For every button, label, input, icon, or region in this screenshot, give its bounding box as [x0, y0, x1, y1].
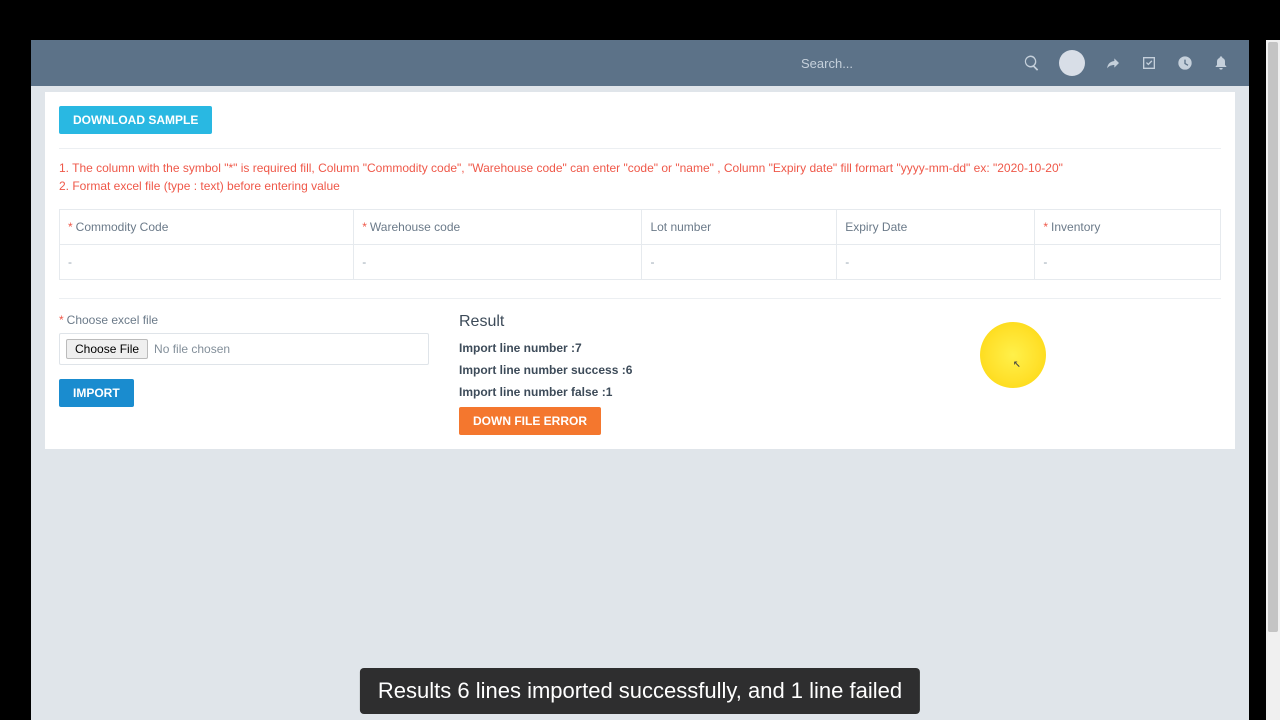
th-expiry-date: Expiry Date — [837, 210, 1035, 245]
avatar[interactable] — [1059, 50, 1085, 76]
import-row: *Choose excel file Choose File No file c… — [59, 313, 1221, 435]
download-sample-button[interactable]: DOWNLOAD SAMPLE — [59, 106, 212, 134]
th-lot-number: Lot number — [642, 210, 837, 245]
file-column: *Choose excel file Choose File No file c… — [59, 313, 429, 407]
scrollbar-thumb[interactable] — [1268, 42, 1278, 632]
scrollbar-track[interactable] — [1266, 40, 1280, 720]
th-inventory: *Inventory — [1035, 210, 1221, 245]
file-input-box[interactable]: Choose File No file chosen — [59, 333, 429, 365]
th-warehouse-code: *Warehouse code — [354, 210, 642, 245]
result-title: Result — [459, 313, 1221, 331]
topbar — [31, 40, 1249, 86]
td-lot: - — [642, 245, 837, 280]
divider — [59, 148, 1221, 149]
td-expiry: - — [837, 245, 1035, 280]
down-file-error-button[interactable]: DOWN FILE ERROR — [459, 407, 601, 435]
result-line-number: Import line number :7 — [459, 341, 1221, 355]
clock-icon[interactable] — [1177, 55, 1193, 71]
import-button[interactable]: IMPORT — [59, 379, 134, 407]
search-icon[interactable] — [1023, 54, 1041, 72]
file-status-text: No file chosen — [154, 342, 230, 356]
result-line-success: Import line number success :6 — [459, 363, 1221, 377]
file-input-label: *Choose excel file — [59, 313, 429, 327]
bell-icon[interactable] — [1213, 55, 1229, 71]
search-wrap — [797, 50, 1041, 77]
table-header-row: *Commodity Code *Warehouse code Lot numb… — [60, 210, 1221, 245]
table-row: - - - - - — [60, 245, 1221, 280]
td-inventory: - — [1035, 245, 1221, 280]
choose-file-button[interactable]: Choose File — [66, 339, 148, 359]
th-commodity-code: *Commodity Code — [60, 210, 354, 245]
app-viewport: DOWNLOAD SAMPLE 1. The column with the s… — [31, 40, 1249, 720]
result-line-false: Import line number false :1 — [459, 385, 1221, 399]
preview-table: *Commodity Code *Warehouse code Lot numb… — [59, 209, 1221, 280]
check-icon[interactable] — [1141, 55, 1157, 71]
share-icon[interactable] — [1105, 55, 1121, 71]
divider-2 — [59, 298, 1221, 299]
result-column: Result Import line number :7 Import line… — [459, 313, 1221, 435]
search-input[interactable] — [797, 50, 1017, 77]
td-commodity: - — [60, 245, 354, 280]
main-card: DOWNLOAD SAMPLE 1. The column with the s… — [45, 92, 1235, 449]
note-line-2: 2. Format excel file (type : text) befor… — [59, 177, 1221, 195]
instructions-note: 1. The column with the symbol "*" is req… — [59, 159, 1221, 195]
td-warehouse: - — [354, 245, 642, 280]
video-caption: Results 6 lines imported successfully, a… — [360, 668, 920, 714]
note-line-1: 1. The column with the symbol "*" is req… — [59, 159, 1221, 177]
